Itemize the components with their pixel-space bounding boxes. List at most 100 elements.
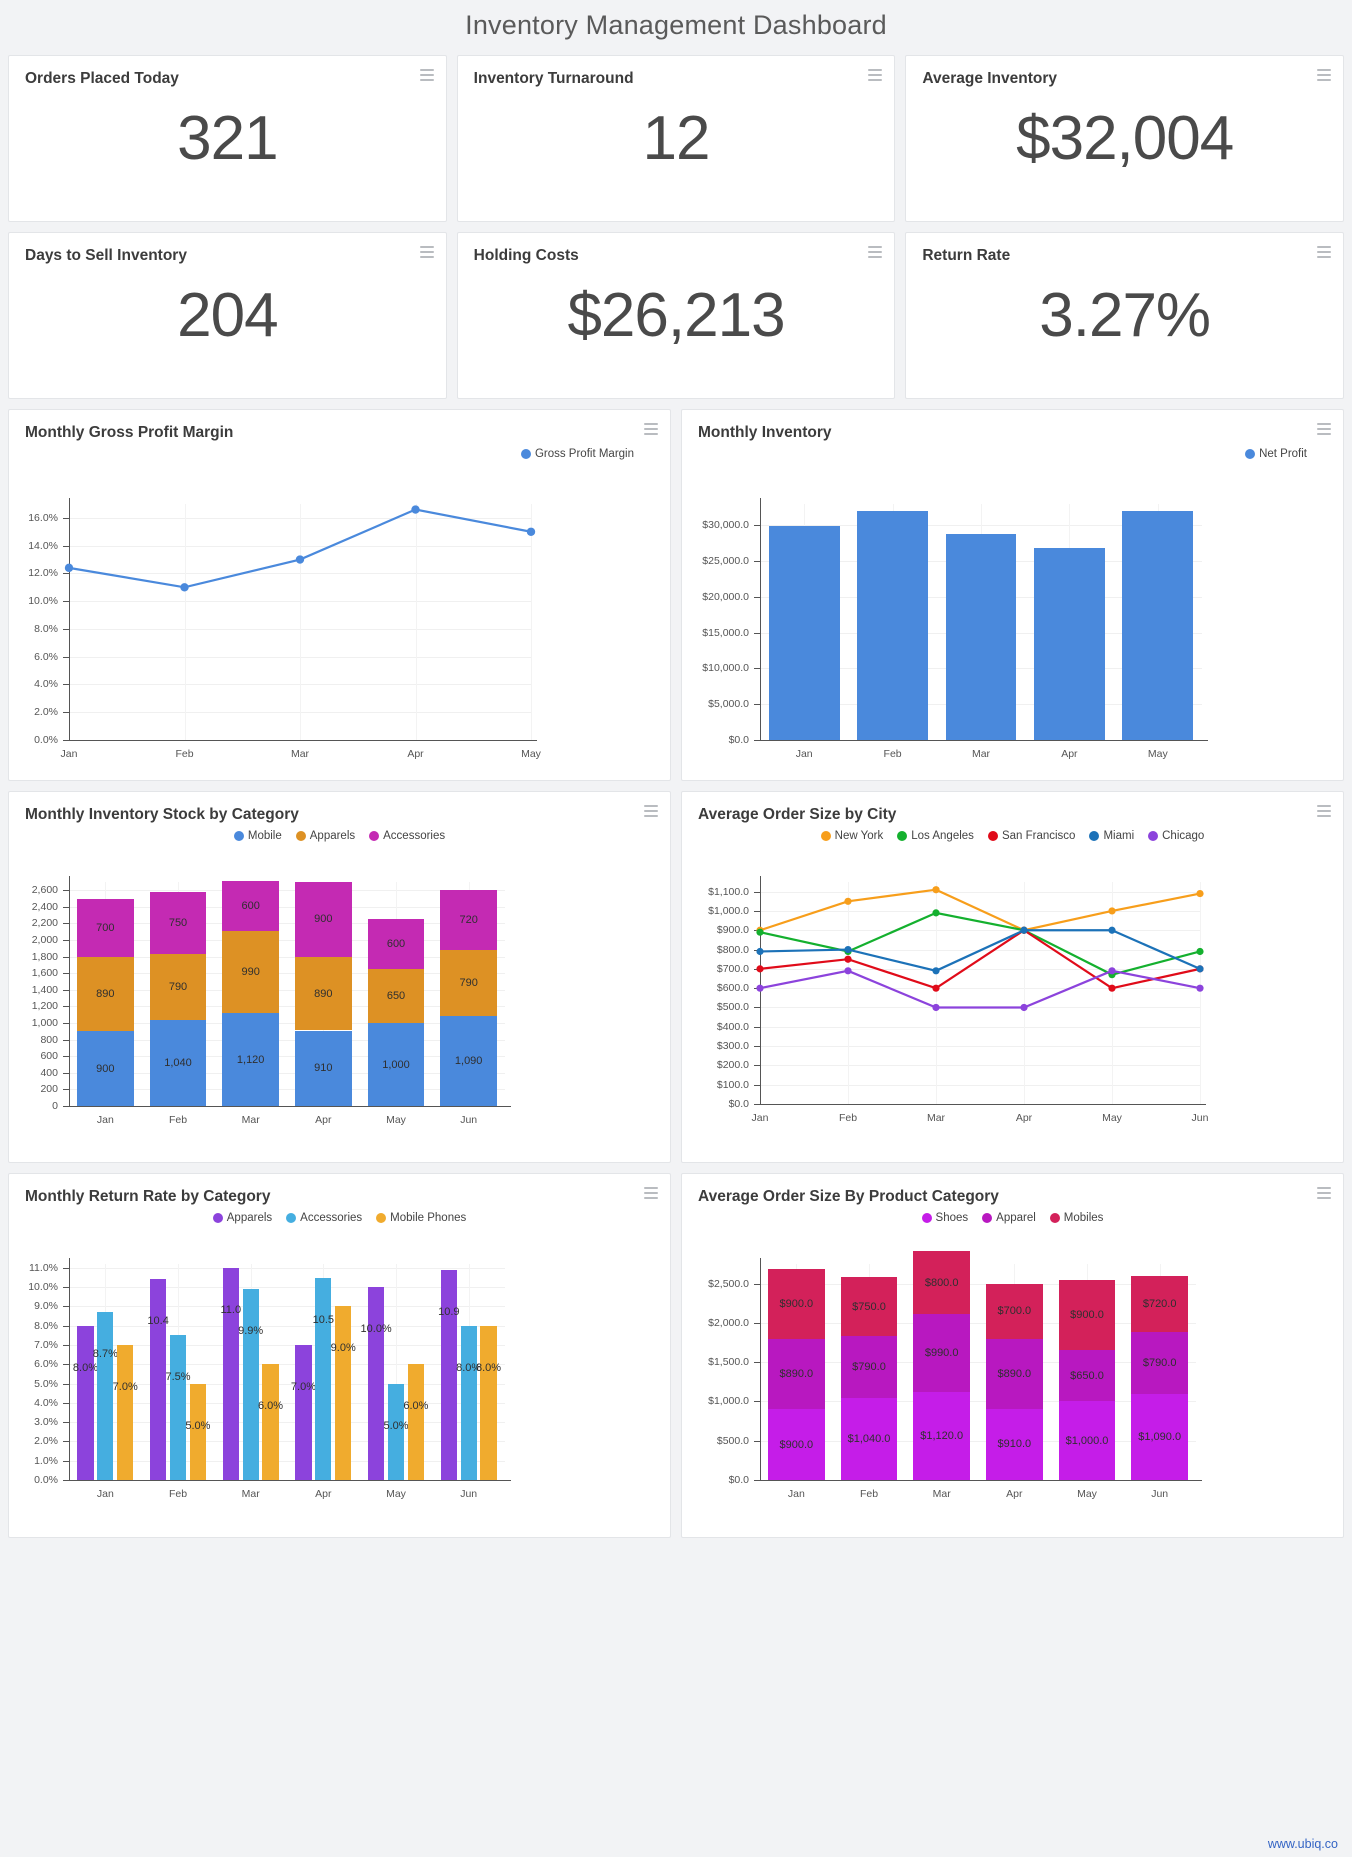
chart-card-inventory-stock-by-category[interactable]: Monthly Inventory Stock by Category Mobi… <box>8 791 671 1163</box>
legend-label: Miami <box>1103 830 1135 842</box>
hamburger-menu-icon[interactable] <box>419 246 434 258</box>
legend-item-mobile[interactable]: Mobile <box>233 830 282 842</box>
data-point[interactable] <box>932 1003 940 1012</box>
legend-item-accessories[interactable]: Accessories <box>369 830 445 842</box>
data-point[interactable] <box>1108 984 1116 992</box>
data-point[interactable] <box>756 947 764 956</box>
data-point[interactable] <box>526 527 536 536</box>
data-point[interactable] <box>932 909 940 917</box>
hamburger-menu-icon[interactable] <box>644 1187 658 1199</box>
legend-item-los-angeles[interactable]: Los Angeles <box>897 830 974 842</box>
bar-accessories[interactable] <box>387 1383 405 1480</box>
y-axis-tick-label: 2,000 <box>31 934 58 947</box>
data-point[interactable] <box>1196 984 1204 992</box>
data-point[interactable] <box>1020 926 1028 934</box>
hamburger-menu-icon[interactable] <box>1317 246 1332 258</box>
bar-mobile-phones[interactable] <box>335 1306 352 1480</box>
legend-item-new-york[interactable]: New York <box>820 830 883 842</box>
kpi-card-average-inventory[interactable]: Average Inventory $32,004 <box>905 55 1345 222</box>
y-axis-tick-label: 4.0% <box>34 1396 58 1409</box>
hamburger-menu-icon[interactable] <box>644 805 658 817</box>
hamburger-menu-icon[interactable] <box>1317 805 1331 817</box>
bar-may[interactable] <box>1122 511 1194 740</box>
data-point[interactable] <box>756 928 764 936</box>
data-point[interactable] <box>844 955 852 963</box>
data-point[interactable] <box>1196 965 1204 973</box>
kpi-card-orders-placed-today[interactable]: Orders Placed Today 321 <box>8 55 447 222</box>
data-point[interactable] <box>1108 926 1116 934</box>
chart-card-avg-order-size-by-product-category[interactable]: Average Order Size By Product Category S… <box>681 1173 1344 1538</box>
chart-card-avg-order-size-by-city[interactable]: Average Order Size by City New York Los A… <box>681 791 1344 1163</box>
bar-mobile-phones[interactable] <box>407 1364 424 1480</box>
kpi-card-inventory-turnaround[interactable]: Inventory Turnaround 12 <box>456 55 896 222</box>
x-axis-tick-label: Feb <box>838 1112 858 1124</box>
kpi-card-return-rate[interactable]: Return Rate 3.27% <box>905 232 1345 399</box>
legend-item-accessories[interactable]: Accessories <box>286 1212 362 1224</box>
data-point[interactable] <box>932 984 940 992</box>
data-point[interactable] <box>1196 889 1204 898</box>
legend-item-miami[interactable]: Miami <box>1089 830 1134 842</box>
data-point[interactable] <box>844 945 852 954</box>
chart-card-monthly-inventory[interactable]: Monthly Inventory Net Profit $0.0 $5,000.0… <box>681 409 1344 781</box>
bar-apparels[interactable] <box>440 1269 457 1480</box>
bar-accessories[interactable] <box>460 1325 477 1480</box>
bar-apparels[interactable] <box>149 1279 167 1480</box>
data-point[interactable] <box>180 583 189 592</box>
data-point[interactable] <box>1108 967 1116 975</box>
legend-item-chicago[interactable]: Chicago <box>1148 830 1204 842</box>
bar-mobile-phones[interactable] <box>480 1325 497 1480</box>
legend-item-san-francisco[interactable]: San Francisco <box>987 830 1075 842</box>
data-point[interactable] <box>844 967 852 975</box>
bar-mobile-phones[interactable] <box>117 1345 134 1480</box>
hamburger-menu-icon[interactable] <box>1317 1187 1331 1199</box>
footer-link[interactable]: www.ubiq.co <box>1268 1837 1338 1851</box>
data-point[interactable] <box>756 984 764 992</box>
bar-mobile-phones[interactable] <box>262 1364 279 1480</box>
bar-accessories[interactable] <box>242 1289 259 1480</box>
bar-feb[interactable] <box>857 511 928 740</box>
bar-apparels[interactable] <box>77 1325 94 1480</box>
bar-mar[interactable] <box>945 534 1017 740</box>
data-point[interactable] <box>932 886 940 894</box>
bar-mobile-phones[interactable] <box>189 1383 206 1480</box>
legend-item-apparel[interactable]: Apparel <box>982 1212 1036 1224</box>
legend-item-net-profit[interactable]: Net Profit <box>1245 448 1307 460</box>
data-point[interactable] <box>756 965 764 973</box>
bar-apr[interactable] <box>1034 547 1105 740</box>
x-axis-tick-label: Feb <box>883 748 902 760</box>
legend-item-mobiles[interactable]: Mobiles <box>1049 1212 1103 1224</box>
bar-jan[interactable] <box>768 526 840 740</box>
data-point[interactable] <box>295 555 305 564</box>
chart-card-return-rate-by-category[interactable]: Monthly Return Rate by Category Apparels… <box>8 1173 671 1538</box>
hamburger-menu-icon[interactable] <box>1317 69 1332 81</box>
legend-item-shoes[interactable]: Shoes <box>921 1212 968 1224</box>
data-point[interactable] <box>1196 947 1204 956</box>
bar-accessories[interactable] <box>169 1335 187 1480</box>
bar-apparels[interactable] <box>367 1287 385 1480</box>
bar-accessories[interactable] <box>97 1312 114 1480</box>
bar-apparels[interactable] <box>295 1345 312 1480</box>
y-axis-tick-label: 4.0% <box>34 678 58 691</box>
hamburger-menu-icon[interactable] <box>868 246 883 258</box>
legend-item-apparels[interactable]: Apparels <box>212 1212 272 1224</box>
data-point[interactable] <box>64 563 74 573</box>
bar-value-label: 9.0% <box>330 1342 356 1355</box>
data-point[interactable] <box>411 505 420 514</box>
data-point[interactable] <box>1020 1003 1028 1012</box>
data-point[interactable] <box>932 967 940 975</box>
kpi-card-holding-costs[interactable]: Holding Costs $26,213 <box>456 232 896 399</box>
hamburger-menu-icon[interactable] <box>868 69 883 81</box>
legend-color-swatch-icon <box>295 831 306 841</box>
chart-card-gross-profit-margin[interactable]: Monthly Gross Profit Margin Gross Profit… <box>8 409 671 781</box>
legend-item-gross-profit-margin[interactable]: Gross Profit Margin <box>520 448 634 460</box>
hamburger-menu-icon[interactable] <box>644 423 658 435</box>
data-point[interactable] <box>1108 907 1116 915</box>
hamburger-menu-icon[interactable] <box>419 69 434 81</box>
data-point[interactable] <box>844 897 852 905</box>
bar-accessories[interactable] <box>315 1277 332 1480</box>
hamburger-menu-icon[interactable] <box>1317 423 1331 435</box>
bar-apparels[interactable] <box>222 1267 239 1480</box>
kpi-card-days-to-sell-inventory[interactable]: Days to Sell Inventory 204 <box>8 232 447 399</box>
legend-item-apparels[interactable]: Apparels <box>295 830 355 842</box>
legend-item-mobile-phones[interactable]: Mobile Phones <box>376 1212 466 1224</box>
